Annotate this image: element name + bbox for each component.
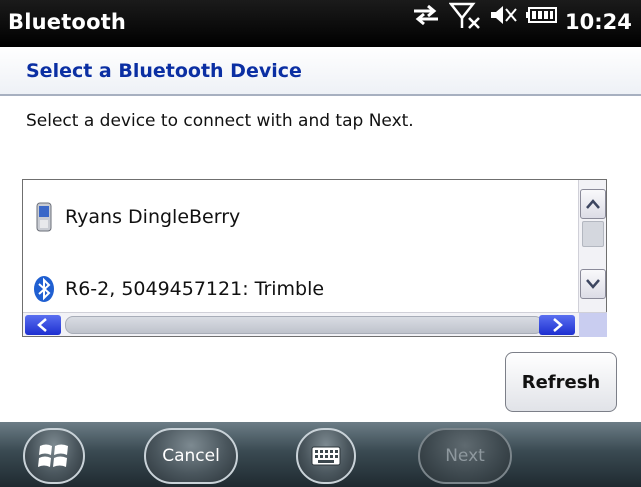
scroll-left-button[interactable] [25, 315, 61, 335]
chevron-down-icon [586, 279, 600, 289]
next-button[interactable]: Next [418, 428, 512, 484]
scroll-down-button[interactable] [580, 269, 606, 299]
cancel-button[interactable]: Cancel [144, 428, 238, 484]
chevron-left-icon [37, 318, 47, 332]
instruction-text: Select a device to connect with and tap … [26, 111, 414, 131]
page-header: Select a Bluetooth Device [0, 47, 641, 96]
clock[interactable]: 10:24 [565, 10, 632, 34]
scroll-right-button[interactable] [539, 315, 575, 335]
device-name: Ryans DingleBerry [65, 206, 241, 228]
vertical-scrollbar[interactable] [578, 180, 606, 313]
phone-icon [33, 202, 55, 232]
vertical-scroll-thumb[interactable] [582, 221, 604, 247]
device-item[interactable]: R6-2, 5049457121: Trimble [33, 272, 324, 306]
refresh-button[interactable]: Refresh [505, 352, 617, 412]
no-signal-icon [448, 0, 482, 30]
horizontal-scroll-thumb[interactable] [65, 316, 543, 334]
scrollbar-corner [579, 313, 607, 337]
keyboard-icon [311, 446, 341, 466]
chevron-up-icon [586, 199, 600, 209]
volume-muted-icon [488, 0, 518, 30]
device-name: R6-2, 5049457121: Trimble [65, 278, 325, 300]
windows-logo-icon [38, 444, 68, 467]
horizontal-scrollbar[interactable] [23, 312, 607, 337]
device-item[interactable]: Ryans DingleBerry [33, 200, 240, 234]
page-title: Select a Bluetooth Device [26, 60, 302, 82]
device-list[interactable]: Ryans DingleBerry R6-2, 5049457121: Trim… [22, 179, 607, 337]
keyboard-button[interactable] [296, 428, 356, 484]
app-title: Bluetooth [8, 10, 127, 34]
bluetooth-icon [33, 274, 55, 304]
battery-icon [525, 0, 559, 30]
bottom-taskbar: Cancel Next [0, 422, 641, 487]
chevron-right-icon [553, 318, 563, 332]
scroll-up-button[interactable] [580, 189, 606, 219]
status-bar: Bluetooth 10:24 [0, 0, 641, 47]
start-button[interactable] [23, 428, 85, 484]
sync-arrows-icon [410, 0, 442, 30]
